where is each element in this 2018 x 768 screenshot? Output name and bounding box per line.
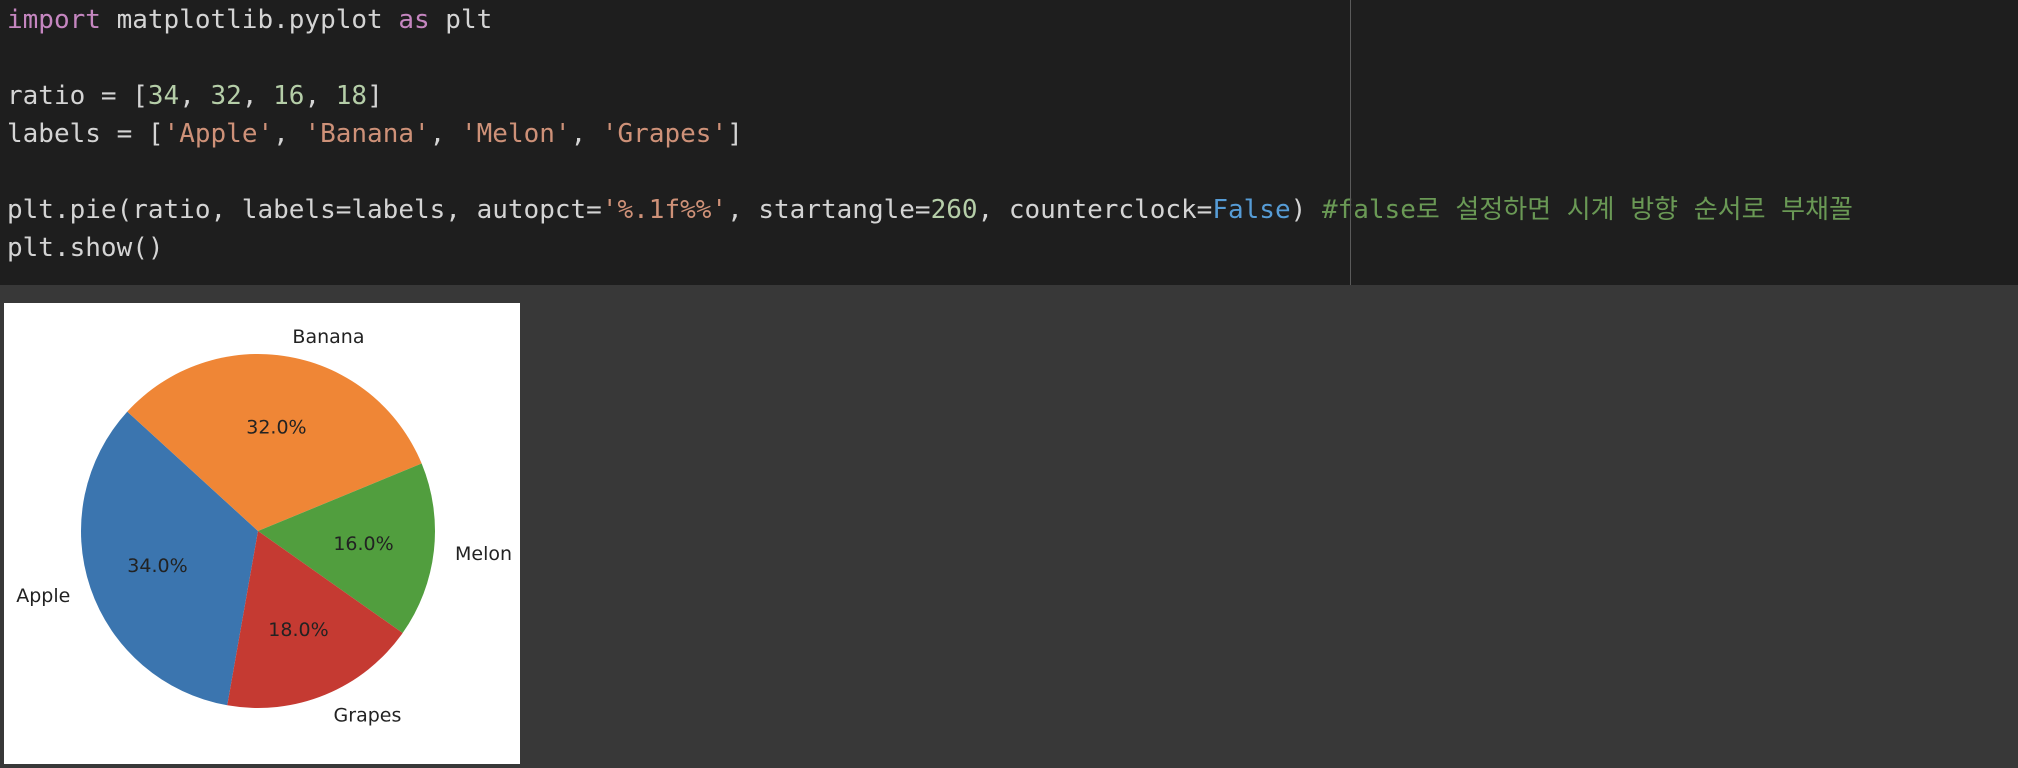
number-literal: 260 — [930, 195, 978, 225]
code-text: , — [241, 81, 274, 111]
keyword-import: import — [7, 5, 101, 35]
string-literal: 'Apple' — [163, 119, 274, 149]
pie-chart: Apple 34.0% Banana 32.0% Melon 16.0% Grapes 18.… — [16, 326, 512, 727]
code-text: , startangle= — [727, 195, 931, 225]
code-text: , counterclock= — [977, 195, 1213, 225]
code-text: , — [429, 119, 461, 149]
pie-percent-banana: 32.0% — [246, 416, 306, 438]
code-line-5: plt.show() — [7, 233, 164, 263]
code-text: , — [273, 119, 305, 149]
code-line-1: import matplotlib.pyplot as plt — [7, 1, 492, 39]
number-literal: 16 — [273, 81, 305, 111]
module-alias: plt — [429, 5, 493, 35]
pie-label-apple: Apple — [16, 585, 70, 607]
string-literal: 'Grapes' — [601, 119, 728, 149]
code-cell[interactable]: import matplotlib.pyplot as plt ratio = … — [0, 0, 2018, 285]
output-area: Apple 34.0% Banana 32.0% Melon 16.0% Grapes 18.… — [4, 303, 520, 764]
code-text: ] — [727, 119, 743, 149]
code-line-3: labels = ['Apple', 'Banana', 'Melon', 'G… — [7, 115, 743, 153]
code-text: ] — [367, 81, 383, 111]
number-literal: 32 — [210, 81, 242, 111]
number-literal: 34 — [147, 81, 180, 111]
pie-percent-grapes: 18.0% — [268, 619, 328, 641]
pie-label-grapes: Grapes — [334, 704, 402, 726]
string-literal: 'Banana' — [304, 119, 430, 149]
number-literal: 18 — [335, 81, 368, 111]
editor-ruler — [1350, 0, 1351, 285]
pie-label-banana: Banana — [292, 326, 364, 348]
code-text: ratio = [ — [7, 81, 148, 111]
pie-percent-melon: 16.0% — [333, 533, 393, 555]
code-line-4: plt.pie(ratio, labels=labels, autopct='%… — [7, 191, 1853, 229]
code-line-2: ratio = [34, 32, 16, 18] — [7, 77, 383, 115]
string-literal: '%.1f%%' — [601, 195, 728, 225]
code-text: , — [304, 81, 336, 111]
code-text: ) — [1290, 195, 1322, 225]
code-text: plt.pie(ratio, labels=labels, autopct= — [7, 195, 602, 225]
keyword-as: as — [398, 5, 430, 35]
boolean-literal: False — [1212, 195, 1291, 225]
code-text: , — [179, 81, 211, 111]
pie-percent-apple: 34.0% — [127, 555, 187, 577]
code-comment: #false로 설정하면 시계 방향 순서로 부채꼴 — [1321, 195, 1853, 225]
string-literal: 'Melon' — [460, 119, 571, 149]
code-text: labels = [ — [7, 119, 164, 149]
code-text: , — [570, 119, 602, 149]
module-name: matplotlib.pyplot — [100, 5, 399, 35]
pie-label-melon: Melon — [455, 543, 512, 565]
